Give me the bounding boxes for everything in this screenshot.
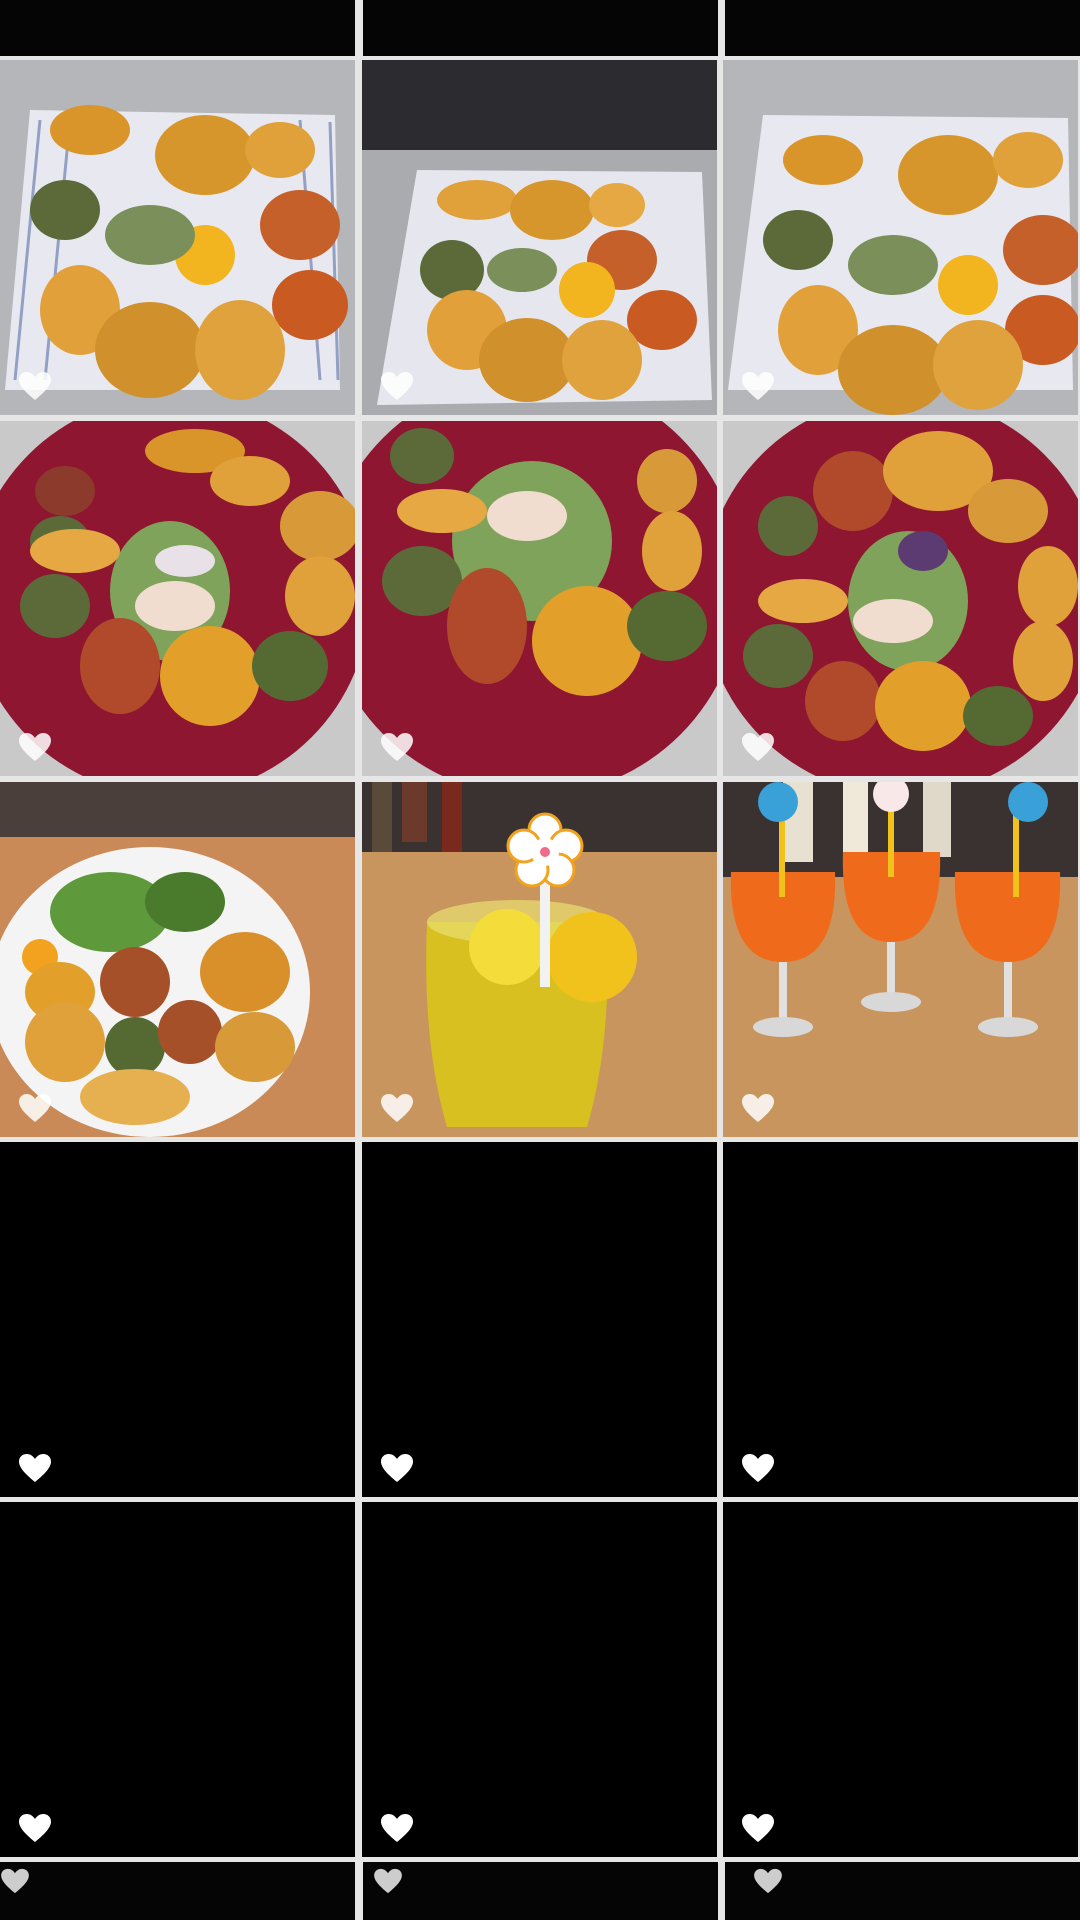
heart-icon (753, 1868, 783, 1894)
photo-tile-pakora-platter[interactable] (362, 60, 717, 415)
heart-icon[interactable] (741, 1093, 775, 1123)
pakora-red-plate-photo (723, 421, 1078, 776)
photo-tile-blank[interactable] (362, 1142, 717, 1497)
heart-icon[interactable] (741, 1453, 775, 1483)
pakora-red-plate-photo (362, 421, 717, 776)
heart-icon (373, 1868, 403, 1894)
heart-icon[interactable] (380, 371, 414, 401)
photo-tile-red-plate[interactable] (0, 421, 355, 776)
heart-icon[interactable] (380, 1813, 414, 1843)
photo-tile-blank[interactable] (723, 1502, 1078, 1857)
pakora-red-plate-photo (0, 421, 355, 776)
heart-icon[interactable] (18, 1453, 52, 1483)
partial-tile[interactable] (0, 0, 355, 56)
photo-tile-blank[interactable] (0, 1502, 355, 1857)
orange-drinks-photo (723, 782, 1078, 1137)
photo-tile-red-plate[interactable] (362, 421, 717, 776)
heart-icon[interactable] (741, 1813, 775, 1843)
photo-tile-blank[interactable] (723, 1142, 1078, 1497)
photo-tile-orange-drinks[interactable] (723, 782, 1078, 1137)
photo-grid (0, 0, 1080, 1920)
heart-icon[interactable] (380, 1453, 414, 1483)
photo-tile-pakora-platter[interactable] (0, 60, 355, 415)
partial-tile[interactable] (0, 1862, 355, 1920)
partial-tile[interactable] (725, 1862, 1080, 1920)
photo-tile-blank[interactable] (0, 1142, 355, 1497)
pakora-white-plate-photo (0, 782, 355, 1137)
heart-icon[interactable] (18, 371, 52, 401)
heart-icon[interactable] (18, 1093, 52, 1123)
photo-tile-pakora-platter[interactable] (723, 60, 1078, 415)
pakora-platter-photo (723, 60, 1078, 415)
heart-icon[interactable] (741, 371, 775, 401)
photo-tile-white-plate[interactable] (0, 782, 355, 1137)
photo-tile-lemon-drink[interactable] (362, 782, 717, 1137)
partial-row-top (0, 0, 1080, 56)
heart-icon[interactable] (741, 732, 775, 762)
partial-tile[interactable] (725, 0, 1080, 56)
heart-icon[interactable] (18, 1813, 52, 1843)
partial-tile[interactable] (362, 1862, 718, 1920)
heart-icon[interactable] (380, 1093, 414, 1123)
partial-tile[interactable] (362, 0, 718, 56)
pakora-platter-photo (0, 60, 355, 415)
pakora-platter-photo (362, 60, 717, 415)
photo-tile-red-plate[interactable] (723, 421, 1078, 776)
heart-icon[interactable] (380, 732, 414, 762)
partial-row-bottom (0, 1862, 1080, 1920)
lemon-drink-photo (362, 782, 717, 1137)
photo-tile-blank[interactable] (362, 1502, 717, 1857)
heart-icon[interactable] (18, 732, 52, 762)
heart-icon (0, 1868, 30, 1894)
